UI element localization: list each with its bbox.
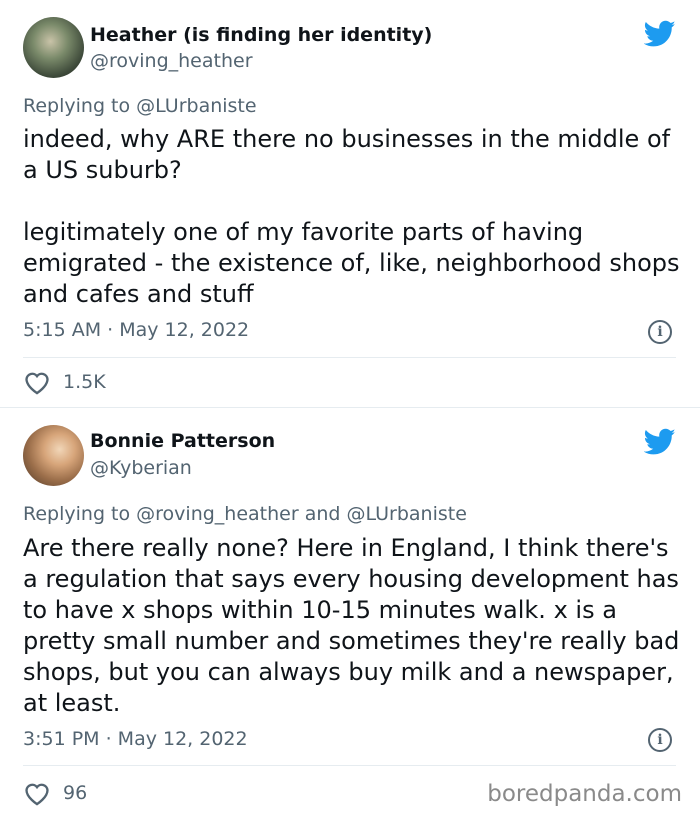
replying-to[interactable]: Replying to @LUrbaniste xyxy=(23,95,257,117)
tweet-paragraph: indeed, why ARE there no businesses in t… xyxy=(23,125,671,184)
tweet-2: Bonnie Patterson @Kyberian Replying to @… xyxy=(0,407,700,818)
info-icon[interactable]: i xyxy=(648,728,672,752)
info-icon[interactable]: i xyxy=(648,320,672,344)
author-handle[interactable]: @Kyberian xyxy=(90,457,192,479)
like-count: 1.5K xyxy=(63,371,106,393)
like-count: 96 xyxy=(63,782,88,804)
watermark: boredpanda.com xyxy=(487,781,682,807)
avatar[interactable] xyxy=(23,17,84,78)
tweet-body: indeed, why ARE there no businesses in t… xyxy=(23,124,683,310)
divider xyxy=(23,357,676,358)
tweet-paragraph: legitimately one of my favorite parts of… xyxy=(23,218,680,308)
tweet-paragraph: Are there really none? Here in England, … xyxy=(23,534,680,717)
divider xyxy=(23,765,676,766)
like-button[interactable]: 1.5K xyxy=(23,369,106,395)
tweet-1: Heather (is finding her identity) @rovin… xyxy=(0,0,700,407)
timestamp[interactable]: 3:51 PM · May 12, 2022 xyxy=(23,728,248,750)
twitter-bird-icon[interactable] xyxy=(644,428,676,456)
twitter-bird-icon[interactable] xyxy=(644,20,676,48)
replying-to[interactable]: Replying to @roving_heather and @LUrbani… xyxy=(23,503,467,525)
tweet-body: Are there really none? Here in England, … xyxy=(23,533,683,719)
heart-icon xyxy=(25,372,49,395)
like-button[interactable]: 96 xyxy=(23,780,87,806)
author-handle[interactable]: @roving_heather xyxy=(90,50,253,72)
author-name[interactable]: Heather (is finding her identity) xyxy=(90,24,432,46)
avatar[interactable] xyxy=(23,425,84,486)
timestamp[interactable]: 5:15 AM · May 12, 2022 xyxy=(23,319,249,341)
author-name[interactable]: Bonnie Patterson xyxy=(90,430,275,452)
heart-icon xyxy=(25,783,49,806)
